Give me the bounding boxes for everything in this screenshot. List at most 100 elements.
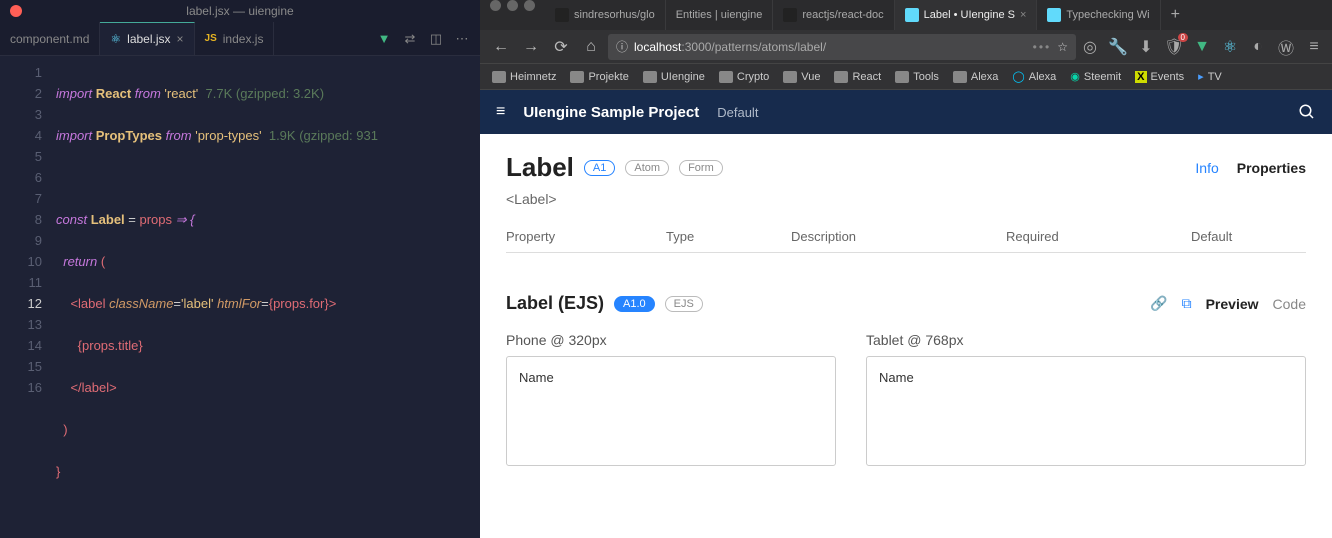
bookmark-star-icon[interactable]: ☆ (1057, 40, 1068, 54)
forward-button[interactable]: → (518, 34, 544, 60)
menu-icon[interactable]: ≡ (1304, 38, 1324, 56)
github-icon (783, 8, 797, 22)
bookmark-projekte[interactable]: Projekte (564, 71, 634, 83)
open-external-icon[interactable]: ⧉ (1182, 295, 1192, 312)
search-icon[interactable] (1298, 103, 1316, 121)
preview-title: Tablet @ 768px (866, 332, 1306, 348)
github-icon (555, 8, 569, 22)
tab-code[interactable]: Code (1273, 296, 1306, 312)
editor-actions: ▼ ⇄ ◫ ⋯ (366, 22, 480, 55)
split-icon[interactable]: ◫ (428, 31, 444, 47)
col-required: Required (1006, 229, 1191, 244)
xing-icon: X (1135, 71, 1146, 83)
page-title-row: Label A1 Atom Form Info Properties (506, 152, 1306, 183)
bookmark-react[interactable]: React (828, 71, 887, 83)
rendered-label: Name (519, 370, 554, 385)
browser-toolbar: ← → ⟳ ⌂ ⓘ localhost:3000/patterns/atoms/… (480, 30, 1332, 64)
url-path: /patterns/atoms/label/ (711, 40, 826, 54)
tab-label-jsx[interactable]: ⚛ label.jsx × (100, 22, 194, 55)
browser-tabs: sindresorhus/glo Entities | uiengine rea… (480, 0, 1332, 30)
url-bar[interactable]: ⓘ localhost:3000/patterns/atoms/label/ •… (608, 34, 1076, 60)
tab-index-js[interactable]: JS index.js (195, 22, 275, 55)
preview-tablet: Tablet @ 768px Name (866, 332, 1306, 466)
close-icon[interactable]: × (177, 32, 184, 46)
col-type: Type (666, 229, 791, 244)
bookmark-tools[interactable]: Tools (889, 71, 945, 83)
browser-tab-3[interactable]: Label • UIengine S× (895, 0, 1038, 30)
browser-tab-0[interactable]: sindresorhus/glo (545, 0, 666, 30)
browser-tab-4[interactable]: Typechecking Wi (1037, 0, 1160, 30)
vue-icon[interactable]: ▼ (376, 31, 392, 46)
bookmark-events[interactable]: XEvents (1129, 71, 1190, 83)
wordpress-icon[interactable]: Ⓦ (1276, 35, 1296, 59)
link-icon[interactable]: 🔗 (1150, 295, 1167, 312)
vue-devtools-icon[interactable]: ▼ (1192, 38, 1212, 56)
ublock-icon[interactable]: 🛡 (1164, 37, 1184, 57)
tab-properties[interactable]: Properties (1237, 160, 1306, 176)
js-icon: JS (205, 33, 217, 44)
back-button[interactable]: ← (488, 34, 514, 60)
editor-tabs: component.md ⚛ label.jsx × JS index.js ▼… (0, 22, 480, 56)
folder-icon (643, 71, 657, 83)
page-actions-icon[interactable]: ••• (1033, 40, 1052, 54)
bookmark-crypto[interactable]: Crypto (713, 71, 775, 83)
hamburger-icon[interactable]: ≡ (496, 103, 505, 121)
reload-button[interactable]: ⟳ (548, 34, 574, 60)
pill-atom: Atom (625, 160, 669, 176)
folder-icon (895, 71, 909, 83)
page-content: Label A1 Atom Form Info Properties <Labe… (480, 134, 1332, 538)
preview-frame: Name (866, 356, 1306, 466)
page-title: Label (506, 152, 574, 183)
firefox-browser: sindresorhus/glo Entities | uiengine rea… (480, 0, 1332, 538)
bookmark-vue[interactable]: Vue (777, 71, 826, 83)
wrench-icon[interactable]: 🔧 (1108, 37, 1128, 57)
col-description: Description (791, 229, 1006, 244)
tab-component-md[interactable]: component.md (0, 22, 100, 55)
page-header: ≡ UIengine Sample Project Default (480, 90, 1332, 134)
new-tab-button[interactable]: + (1161, 0, 1190, 30)
tab-info[interactable]: Info (1195, 160, 1218, 176)
steemit-icon: ◉ (1070, 70, 1080, 83)
pill-version: A1 (584, 160, 615, 176)
extension-icon[interactable]: ◐ (1248, 38, 1268, 56)
close-icon[interactable]: × (1020, 9, 1026, 21)
react-devtools-icon[interactable]: ⚛ (1220, 37, 1240, 57)
alexa-icon: ◯ (1012, 70, 1024, 83)
url-host: localhost (634, 40, 681, 54)
compare-icon[interactable]: ⇄ (402, 31, 418, 47)
bookmarks-bar: Heimnetz Projekte UIengine Crypto Vue Re… (480, 64, 1332, 90)
tab-label: index.js (223, 32, 264, 46)
uiengine-page: ≡ UIengine Sample Project Default Label … (480, 90, 1332, 538)
window-controls[interactable] (480, 0, 545, 30)
react-icon (1047, 8, 1061, 22)
url-port: :3000 (681, 40, 711, 54)
environment-label: Default (717, 105, 758, 120)
line-numbers: 12345678910111213141516 (0, 56, 56, 538)
bookmark-alexa[interactable]: ◯Alexa (1006, 70, 1062, 83)
bookmark-alexa-folder[interactable]: Alexa (947, 71, 1005, 83)
tv-icon: ▸ (1198, 70, 1204, 83)
browser-tab-2[interactable]: reactjs/react-doc (773, 0, 894, 30)
more-icon[interactable]: ⋯ (454, 31, 470, 47)
tab-label: label.jsx (127, 32, 170, 46)
bookmark-uiengine[interactable]: UIengine (637, 71, 711, 83)
browser-tab-1[interactable]: Entities | uiengine (666, 0, 774, 30)
close-dot[interactable] (10, 5, 22, 17)
bookmark-heimnetz[interactable]: Heimnetz (486, 71, 562, 83)
toolbar-icons: ◎ 🔧 ⬇ 🛡 ▼ ⚛ ◐ Ⓦ ≡ (1080, 35, 1324, 59)
info-icon[interactable]: ⓘ (616, 38, 628, 55)
home-button[interactable]: ⌂ (578, 34, 604, 60)
download-icon[interactable]: ⬇ (1136, 37, 1156, 57)
screenshot-icon[interactable]: ◎ (1080, 37, 1100, 57)
window-title-bar: label.jsx — uiengine (0, 0, 480, 22)
code-content[interactable]: import React from 'react' 7.7K (gzipped:… (56, 56, 480, 538)
folder-icon (783, 71, 797, 83)
variant-section: Label (EJS) A1.0 EJS 🔗 ⧉ Preview Code Ph… (506, 293, 1306, 466)
bookmark-steemit[interactable]: ◉Steemit (1064, 70, 1127, 83)
table-header-row: Property Type Description Required Defau… (506, 221, 1306, 253)
tab-preview[interactable]: Preview (1206, 296, 1259, 312)
code-area[interactable]: 12345678910111213141516 import React fro… (0, 56, 480, 538)
folder-icon (953, 71, 967, 83)
bookmark-tv[interactable]: ▸TV (1192, 70, 1228, 83)
folder-icon (570, 71, 584, 83)
